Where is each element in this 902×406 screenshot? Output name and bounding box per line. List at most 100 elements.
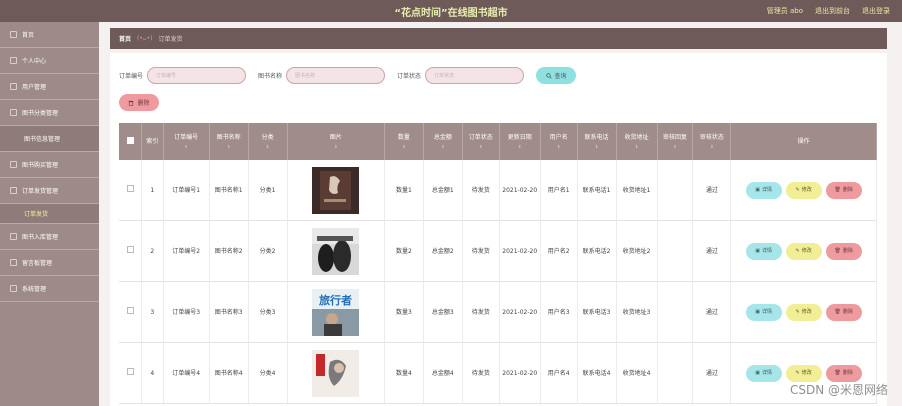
detail-button[interactable]: ▣ 详情 (745, 242, 782, 260)
col-label: 更新日期 (507, 133, 532, 141)
sort-icon[interactable]: ⇕ (580, 142, 614, 151)
logout-link[interactable]: 退出登录 (862, 6, 890, 16)
cell-review-reply (657, 281, 694, 343)
book-name-input[interactable]: 图书名称 (286, 67, 386, 84)
detail-icon: ▣ (755, 308, 761, 315)
delete-button[interactable]: 🗑 删除 (825, 303, 862, 321)
users-icon (10, 83, 17, 90)
orders-table: 索引 订单编号 ⇕ 图书名称 ⇕ 分类 ⇕ 图片 ⇕ 数量 ⇕ 总金额 ⇕ 订单状态 ⇕ 更新… (119, 123, 877, 404)
sort-icon[interactable]: ⇕ (619, 142, 655, 151)
col-image[interactable]: 图片 ⇕ (287, 123, 385, 160)
col-index: 索引 (141, 123, 164, 160)
status-input[interactable]: 订单状态 (425, 67, 525, 84)
cell-index: 1 (141, 160, 164, 221)
row-checkbox[interactable] (126, 306, 134, 314)
edit-button[interactable]: ✎ 修改 (785, 364, 822, 382)
sort-icon[interactable]: ⇕ (695, 142, 728, 151)
book-cover-image (312, 227, 360, 275)
cell-image (287, 342, 385, 404)
cell-username: 用户名3 (540, 281, 578, 343)
row-checkbox-cell[interactable] (119, 220, 143, 282)
delete-button[interactable]: 🗑 删除 (825, 364, 862, 382)
query-button[interactable]: 查询 (536, 67, 577, 84)
sidebar-item-book-info[interactable]: 图书信息管理 (0, 126, 99, 152)
col-category[interactable]: 分类 ⇕ (248, 123, 288, 160)
sort-icon[interactable]: ⇕ (387, 142, 421, 151)
row-checkbox-cell[interactable] (119, 160, 143, 221)
col-quantity[interactable]: 数量 ⇕ (384, 123, 424, 160)
sidebar-item-book-stock[interactable]: 图书入库管理 (0, 224, 99, 250)
detail-button[interactable]: ▣ 详情 (745, 303, 782, 321)
detail-button[interactable]: ▣ 详情 (745, 364, 782, 382)
select-all-cell[interactable] (119, 123, 143, 160)
col-order-status[interactable]: 订单状态 ⇕ (462, 123, 500, 160)
col-label: 分类 (261, 133, 274, 141)
col-review-status[interactable]: 审核状态 ⇕ (692, 123, 732, 160)
sort-icon[interactable]: ⇕ (465, 142, 497, 151)
edit-button[interactable]: ✎ 修改 (785, 181, 822, 199)
exit-to-frontend-link[interactable]: 退出到前台 (815, 6, 850, 16)
col-book-name[interactable]: 图书名称 ⇕ (209, 123, 249, 160)
order-no-input[interactable]: 订单编号 (147, 67, 247, 84)
cell-book-name: 图书名称3 (209, 281, 249, 343)
cell-phone: 联系电话2 (577, 220, 617, 282)
sidebar-item-order-ship[interactable]: 订单发货 (0, 204, 99, 224)
cell-phone: 联系电话4 (577, 342, 617, 404)
delete-button[interactable]: 🗑 删除 (825, 242, 862, 260)
cell-review-status: 通过 (692, 220, 732, 282)
delete-button[interactable]: 🗑 删除 (825, 181, 862, 199)
col-review-reply[interactable]: 审核回复 ⇕ (657, 123, 694, 160)
edit-label: 修改 (801, 186, 812, 193)
row-checkbox[interactable] (126, 245, 134, 253)
admin-label: 管理员 abo (766, 7, 803, 15)
col-label: 审核状态 (699, 133, 724, 141)
table-row: 4 订单编号4 图书名称4 分类4 数量4 总金额4 待发货 2021-02-2… (119, 342, 877, 404)
sidebar-item-profile[interactable]: 个人中心 (0, 48, 99, 74)
cell-review-status: 通过 (692, 160, 732, 221)
edit-button[interactable]: ✎ 修改 (785, 303, 822, 321)
sidebar-item-book-category[interactable]: 图书分类管理 (0, 100, 99, 126)
sidebar-item-messages[interactable]: 留言板管理 (0, 250, 99, 276)
sort-icon[interactable]: ⇕ (212, 142, 246, 151)
sort-icon[interactable]: ⇕ (426, 142, 460, 151)
sort-icon[interactable]: ⇕ (166, 142, 207, 151)
sidebar-item-label: 图书分类管理 (22, 110, 59, 117)
table-row: 3 订单编号3 图书名称3 分类3 旅行者 数量3 总金额3 待发货 2021-… (119, 281, 877, 343)
cell-actions: ▣ 详情 ✎ 修改 🗑 删除 (730, 220, 877, 282)
batch-delete-label: 删除 (137, 100, 150, 107)
cell-category: 分类2 (248, 220, 288, 282)
sort-icon[interactable]: ⇕ (660, 142, 691, 151)
row-checkbox-cell[interactable] (119, 342, 143, 404)
sidebar-item-home[interactable]: 首页 (0, 22, 99, 48)
col-update-date[interactable]: 更新日期 ⇕ (499, 123, 541, 160)
row-checkbox-cell[interactable] (119, 281, 143, 343)
detail-button[interactable]: ▣ 详情 (745, 181, 782, 199)
sort-icon[interactable]: ⇕ (290, 142, 382, 151)
book-cover-image (312, 166, 360, 214)
sidebar-item-book-purchase[interactable]: 图书购买管理 (0, 152, 99, 178)
sort-icon[interactable]: ⇕ (251, 142, 285, 151)
batch-delete-button[interactable]: 删除 (119, 94, 159, 111)
col-actions: 操作 (730, 123, 877, 160)
row-checkbox[interactable] (126, 184, 134, 192)
sidebar-item-order-shipping[interactable]: 订单发货管理 (0, 178, 99, 204)
col-phone[interactable]: 联系电话 ⇕ (577, 123, 617, 160)
cell-phone: 联系电话3 (577, 281, 617, 343)
top-bar: “花点时间”在线图书超市 管理员 abo 退出到前台 退出登录 (0, 0, 902, 23)
sort-icon[interactable]: ⇕ (502, 142, 538, 151)
cell-actions: ▣ 详情 ✎ 修改 🗑 删除 (730, 281, 877, 343)
edit-button[interactable]: ✎ 修改 (785, 242, 822, 260)
sidebar-item-users[interactable]: 用户管理 (0, 74, 99, 100)
col-total[interactable]: 总金额 ⇕ (423, 123, 463, 160)
select-all-checkbox[interactable] (126, 136, 134, 144)
truck-icon (10, 187, 17, 194)
home-icon (10, 31, 17, 38)
col-address[interactable]: 收货地址 ⇕ (616, 123, 658, 160)
breadcrumb-home[interactable]: 首页 (119, 34, 131, 43)
sidebar-item-system[interactable]: 系统管理 (0, 276, 99, 302)
col-order-no[interactable]: 订单编号 ⇕ (163, 123, 210, 160)
sort-icon[interactable]: ⇕ (543, 142, 575, 151)
row-checkbox[interactable] (126, 367, 134, 375)
col-username[interactable]: 用户名 ⇕ (540, 123, 578, 160)
trash-icon: 🗑 (834, 369, 841, 376)
